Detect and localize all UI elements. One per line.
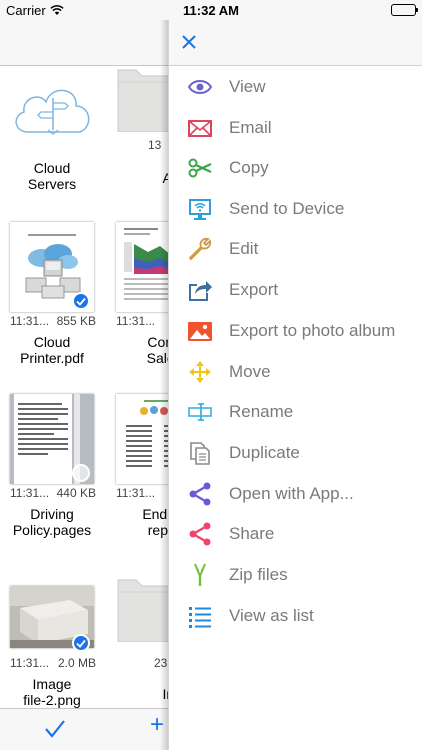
file-name: Driving Policy.pages	[0, 506, 104, 538]
menu-item-view[interactable]: View	[169, 67, 422, 107]
menu-item-rename[interactable]: Rename	[169, 392, 422, 432]
checkmark-icon[interactable]	[44, 718, 66, 746]
zipper-icon	[187, 562, 213, 588]
selected-check-icon[interactable]	[72, 292, 90, 310]
file-name-line: Servers	[27, 176, 77, 192]
selected-check-icon[interactable]	[72, 634, 90, 652]
unselected-check-icon[interactable]	[72, 464, 90, 482]
cloud-servers-icon	[8, 74, 98, 151]
menu-item-label: Email	[229, 118, 272, 137]
menu-item-edit[interactable]: Edit	[169, 229, 422, 269]
close-icon[interactable]	[181, 34, 199, 52]
panel-shadow	[160, 20, 168, 750]
file-item-driving-policy[interactable]: 11:31... 440 KB Driving Policy.pages	[0, 394, 100, 554]
file-size: 2.0 MB	[57, 656, 96, 670]
menu-item-label: Duplicate	[229, 443, 300, 462]
file-date: 11:31...	[10, 486, 50, 500]
menu-item-open-with-app[interactable]: Open with App...	[169, 474, 422, 514]
actions-panel: View Email Copy Send to Device Edit Expo…	[168, 20, 422, 750]
share-nodes-icon	[187, 521, 213, 547]
file-date: 11:31...	[116, 314, 156, 328]
file-name-line: Cloud	[33, 160, 71, 176]
scissors-icon	[187, 155, 213, 181]
menu-item-label: Export to photo album	[229, 321, 396, 340]
menu-item-label: Export	[229, 280, 279, 299]
file-date: 11:31...	[10, 656, 50, 670]
menu-item-label: Send to Device	[229, 199, 345, 218]
file-date: 11:31...	[116, 486, 156, 500]
file-name: Cloud Printer.pdf	[0, 334, 104, 366]
file-date: 11:31...	[10, 314, 50, 328]
file-item-cloud-servers[interactable]: Cloud Servers	[0, 66, 100, 216]
file-name-line: Policy.pages	[12, 522, 92, 538]
file-meta: 11:31... 2.0 MB	[10, 656, 96, 670]
actions-panel-header	[169, 20, 422, 66]
file-meta: 11:31... 440 KB	[10, 486, 96, 500]
file-name-line: Cloud	[33, 334, 71, 350]
list-icon	[187, 603, 213, 629]
file-meta: 11:31... 855 KB	[10, 314, 96, 328]
envelope-icon	[187, 115, 213, 141]
monitor-wifi-icon	[187, 196, 213, 222]
file-size: 440 KB	[56, 486, 96, 500]
status-bar: Carrier 11:32 AM	[0, 0, 422, 20]
menu-item-share[interactable]: Share	[169, 514, 422, 554]
share-nodes-icon	[187, 481, 213, 507]
menu-item-copy[interactable]: Copy	[169, 148, 422, 188]
menu-item-zip-files[interactable]: Zip files	[169, 555, 422, 595]
file-size: 855 KB	[56, 314, 96, 328]
menu-item-view-as-list[interactable]: View as list	[169, 596, 422, 636]
menu-item-send-to-device[interactable]: Send to Device	[169, 189, 422, 229]
file-item-cloud-printer[interactable]: 11:31... 855 KB Cloud Printer.pdf	[0, 222, 100, 382]
photo-icon	[187, 318, 213, 344]
menu-item-label: Share	[229, 524, 275, 543]
menu-item-label: Edit	[229, 239, 259, 258]
menu-item-export-to-photo-album[interactable]: Export to photo album	[169, 311, 422, 351]
rename-icon	[187, 399, 213, 425]
file-name: Image file-2.png	[0, 676, 104, 708]
menu-item-label: Copy	[229, 158, 269, 177]
printer-cloud-icon	[25, 244, 81, 299]
menu-item-label: View as list	[229, 606, 314, 625]
menu-item-move[interactable]: Move	[169, 352, 422, 392]
move-arrows-icon	[187, 359, 213, 385]
menu-item-label: Move	[229, 362, 271, 381]
file-name: Cloud Servers	[0, 160, 104, 192]
file-name-line: Image	[32, 676, 72, 692]
menu-item-export[interactable]: Export	[169, 270, 422, 310]
menu-item-email[interactable]: Email	[169, 108, 422, 148]
menu-item-label: Zip files	[229, 565, 288, 584]
duplicate-icon	[187, 440, 213, 466]
clock: 11:32 AM	[183, 3, 239, 18]
file-name-line: Driving	[30, 506, 74, 522]
eye-icon	[187, 74, 213, 100]
menu-item-label: Rename	[229, 402, 294, 421]
menu-item-duplicate[interactable]: Duplicate	[169, 433, 422, 473]
file-name-line: Printer.pdf	[20, 350, 84, 366]
battery-icon	[391, 4, 418, 16]
export-icon	[187, 277, 213, 303]
file-name-line: file-2.png	[23, 692, 81, 708]
file-item-image-file-2[interactable]: 11:31... 2.0 MB Image file-2.png	[0, 586, 100, 708]
menu-item-label: Open with App...	[229, 484, 354, 503]
menu-item-label: View	[229, 77, 266, 96]
wrench-icon	[187, 236, 213, 262]
